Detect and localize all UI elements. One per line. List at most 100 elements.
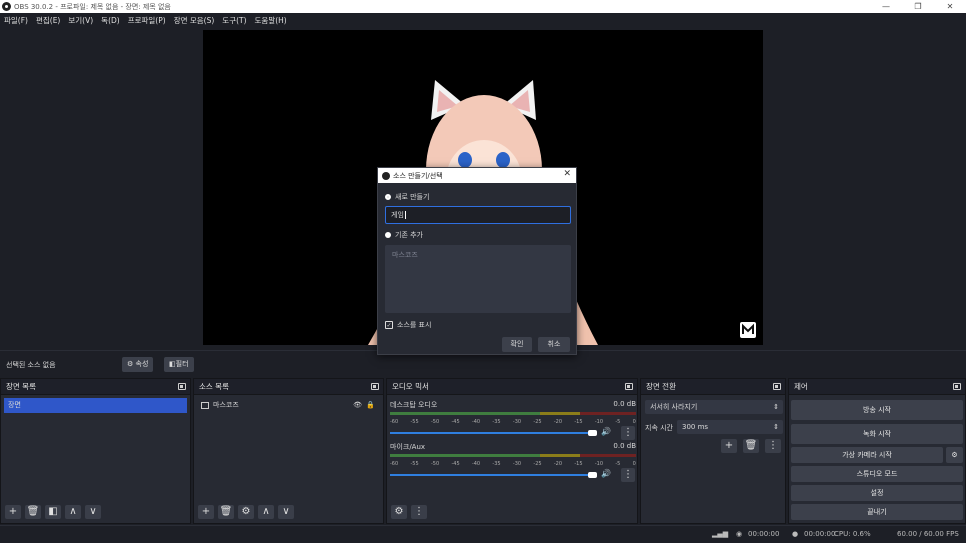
- add-existing-label: 기존 추가: [395, 231, 423, 239]
- create-new-label: 새로 만들기: [395, 193, 430, 201]
- volume-slider-handle[interactable]: [588, 430, 597, 436]
- studio-mode-button[interactable]: 스튜디오 모드: [791, 466, 963, 482]
- cpu-usage: CPU: 0.6%: [834, 530, 871, 538]
- transition-select[interactable]: 서서히 사라지기 ⇕: [645, 400, 783, 414]
- settings-button[interactable]: 설정: [791, 485, 963, 501]
- volume-slider[interactable]: [390, 432, 590, 434]
- exit-button[interactable]: 끝내기: [791, 504, 963, 520]
- source-name-value: 게임: [391, 211, 404, 219]
- source-name-input[interactable]: 게임: [385, 206, 571, 224]
- window-capture-icon: [201, 401, 209, 409]
- mic-aux-channel: 마이크/Aux 0.0 dB -60 -55 -50 -45 -40 -35 -30 -25 -2…: [390, 442, 636, 482]
- meter-scale: -60 -55 -50 -45 -40 -35 -30 -25 -20 -15 -10 -5 0: [390, 461, 636, 467]
- popout-icon[interactable]: [953, 383, 961, 390]
- remove-transition-button[interactable]: 🗑: [743, 439, 759, 453]
- close-window-button[interactable]: ✕: [934, 0, 966, 13]
- audio-mixer-dock: 오디오 믹서 데스크탑 오디오 0.0 dB -60 -55 -50 -45 -40 -35…: [386, 378, 638, 524]
- source-properties-button[interactable]: ⚙: [238, 505, 254, 519]
- move-down-button[interactable]: ∨: [85, 505, 101, 519]
- channel-menu-button[interactable]: ⋮: [621, 468, 635, 482]
- controls-title: 제어: [794, 382, 808, 391]
- add-transition-button[interactable]: +: [721, 439, 737, 453]
- status-bar: ▂▄▆ ◉ 00:00:00 ● 00:00:00 CPU: 0.6% 60.0…: [0, 525, 966, 543]
- menu-help[interactable]: 도움말(H): [255, 15, 287, 26]
- obs-logo-icon: [382, 171, 390, 180]
- volume-slider[interactable]: [390, 474, 590, 476]
- existing-sources-list[interactable]: 마스코즈: [385, 245, 571, 313]
- duration-value: 300 ms: [682, 423, 709, 431]
- source-item[interactable]: 마스코즈 👁 🔒: [197, 398, 380, 413]
- properties-button[interactable]: ⚙ 속성: [122, 357, 154, 372]
- popout-icon[interactable]: [371, 383, 379, 390]
- channel-db: 0.0 dB: [613, 400, 636, 408]
- move-up-button[interactable]: ∧: [258, 505, 274, 519]
- volume-meter: [390, 453, 636, 461]
- stream-time: 00:00:00: [748, 530, 780, 538]
- make-visible-checkbox[interactable]: ✓ 소스를 표시: [385, 320, 431, 330]
- menu-tools[interactable]: 도구(T): [222, 15, 246, 26]
- speaker-icon[interactable]: 🔊: [601, 427, 611, 436]
- desktop-audio-channel: 데스크탑 오디오 0.0 dB -60 -55 -50 -45 -40 -35 -30 -25-…: [390, 400, 636, 440]
- channel-name: 마이크/Aux: [390, 443, 426, 451]
- eye-icon[interactable]: 👁: [353, 398, 362, 413]
- popout-icon[interactable]: [625, 383, 633, 390]
- remove-source-button[interactable]: 🗑: [218, 505, 234, 519]
- channel-db: 0.0 dB: [613, 442, 636, 450]
- signal-icon: ▂▄▆: [712, 530, 729, 538]
- checkmark-icon: ✓: [385, 321, 393, 329]
- lock-icon[interactable]: 🔒: [366, 398, 375, 413]
- virtual-camera-settings-button[interactable]: ⚙: [946, 447, 963, 463]
- cancel-button[interactable]: 취소: [538, 337, 570, 352]
- menu-scene-collection[interactable]: 장면 모음(S): [174, 15, 215, 26]
- start-virtual-camera-button[interactable]: 가상 카메라 시작: [791, 447, 943, 463]
- record-time: 00:00:00: [804, 530, 836, 538]
- menu-docks[interactable]: 독(D): [101, 15, 120, 26]
- gear-icon: ⚙: [127, 360, 134, 368]
- spin-icon: ⇕: [773, 403, 779, 411]
- filters-button[interactable]: ◧필터: [164, 357, 194, 372]
- transition-menu-button[interactable]: ⋮: [765, 439, 781, 453]
- add-scene-button[interactable]: +: [5, 505, 21, 519]
- start-recording-button[interactable]: 녹화 시작: [791, 424, 963, 444]
- advanced-audio-button[interactable]: ⚙: [391, 505, 407, 519]
- menu-file[interactable]: 파일(F): [4, 15, 28, 26]
- channel-name: 데스크탑 오디오: [390, 401, 438, 409]
- channel-menu-button[interactable]: ⋮: [621, 426, 635, 440]
- mixer-title: 오디오 믹서: [392, 382, 429, 391]
- sources-dock: 소스 목록 마스코즈 👁 🔒 + 🗑 ⚙ ∧ ∨: [193, 378, 384, 524]
- scenes-dock: 장면 목록 장면 + 🗑 ◧ ∧ ∨: [0, 378, 191, 524]
- maximize-button[interactable]: ❐: [902, 0, 934, 13]
- speaker-icon[interactable]: 🔊: [601, 469, 611, 478]
- move-down-button[interactable]: ∨: [278, 505, 294, 519]
- duration-spinbox[interactable]: 300 ms ⇕: [677, 420, 783, 434]
- popout-icon[interactable]: [773, 383, 781, 390]
- popout-icon[interactable]: [178, 383, 186, 390]
- add-source-button[interactable]: +: [198, 505, 214, 519]
- create-new-radio[interactable]: 새로 만들기: [385, 192, 429, 202]
- close-icon[interactable]: ✕: [563, 169, 571, 179]
- menu-profile[interactable]: 프로파일(P): [128, 15, 166, 26]
- transitions-title: 장면 전환: [646, 382, 676, 391]
- remove-scene-button[interactable]: 🗑: [25, 505, 41, 519]
- move-up-button[interactable]: ∧: [65, 505, 81, 519]
- mixer-menu-button[interactable]: ⋮: [411, 505, 427, 519]
- ok-button[interactable]: 확인: [502, 337, 532, 352]
- start-streaming-button[interactable]: 방송 시작: [791, 400, 963, 420]
- scene-item[interactable]: 장면: [4, 398, 187, 413]
- minimize-button[interactable]: —: [870, 0, 902, 13]
- transitions-dock: 장면 전환 서서히 사라지기 ⇕ 지속 시간 300 ms ⇕ + 🗑 ⋮: [640, 378, 786, 524]
- volume-slider-handle[interactable]: [588, 472, 597, 478]
- fps-counter: 60.00 / 60.00 FPS: [897, 530, 959, 538]
- window-title: OBS 30.0.2 - 프로파일: 제목 없음 - 장면: 제목 없음: [14, 2, 171, 11]
- existing-source-item[interactable]: 마스코즈: [392, 251, 418, 259]
- create-select-source-dialog: 소스 만들기/선택 ✕ 새로 만들기 게임 기존 추가 마스코즈 ✓ 소스를 표시…: [377, 167, 577, 355]
- scenes-title: 장면 목록: [6, 382, 36, 391]
- stream-icon: ◉: [736, 530, 743, 538]
- menu-view[interactable]: 보기(V): [68, 15, 93, 26]
- transition-type: 서서히 사라지기: [650, 403, 698, 411]
- add-existing-radio[interactable]: 기존 추가: [385, 230, 423, 240]
- obs-logo-icon: [2, 2, 11, 11]
- menu-edit[interactable]: 편집(E): [36, 15, 60, 26]
- scene-filters-button[interactable]: ◧: [45, 505, 61, 519]
- no-source-label: 선택된 소스 없음: [6, 361, 56, 369]
